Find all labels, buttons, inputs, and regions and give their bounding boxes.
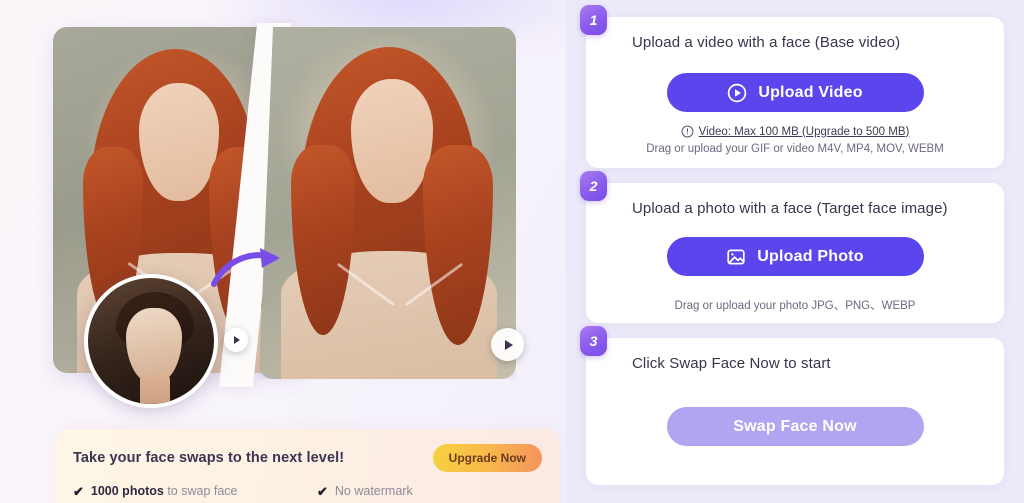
- step-badge-1: 1: [580, 5, 607, 35]
- upload-photo-button[interactable]: Upload Photo: [666, 237, 924, 276]
- video-size-link[interactable]: Video: Max 100 MB (Upgrade to 500 MB): [699, 126, 910, 138]
- step-card-2: 2 Upload a photo with a face (Target fac…: [580, 171, 1004, 323]
- step-title-1: Upload a video with a face (Base video): [632, 34, 901, 51]
- step-card-1: 1 Upload a video with a face (Base video…: [580, 5, 1004, 168]
- upgrade-promo-banner: Take your face swaps to the next level! …: [55, 429, 560, 503]
- play-icon: [234, 336, 240, 344]
- step-badge-2: 2: [580, 171, 607, 201]
- curved-arrow-icon: [211, 248, 280, 287]
- target-face-thumbnail[interactable]: [84, 274, 218, 408]
- perk-no-watermark-label: No watermark: [334, 484, 413, 498]
- thumbnail-neck: [140, 374, 170, 404]
- promo-header: Take your face swaps to the next level! …: [73, 444, 542, 472]
- info-icon: [681, 125, 694, 138]
- perk-photos-rest: to swap face: [163, 484, 238, 498]
- steps-pane: 1 Upload a video with a face (Base video…: [566, 0, 1024, 503]
- upload-video-button[interactable]: Upload Video: [666, 73, 924, 112]
- check-icon: ✔: [73, 483, 84, 499]
- after-play-button[interactable]: [491, 328, 524, 361]
- promo-perks-grid: ✔ 1000 photos to swap face ✔ No watermar…: [73, 484, 542, 503]
- preview-pane: Take your face swaps to the next level! …: [0, 0, 566, 503]
- swap-face-now-label: Swap Face Now: [733, 417, 857, 435]
- promo-title: Take your face swaps to the next level!: [73, 450, 345, 466]
- video-size-hint: Video: Max 100 MB (Upgrade to 500 MB): [586, 125, 1004, 138]
- upgrade-now-button[interactable]: Upgrade Now: [432, 444, 542, 472]
- after-video-card[interactable]: [259, 27, 516, 379]
- upload-video-label: Upload Video: [758, 83, 863, 101]
- before-play-button[interactable]: [224, 328, 248, 352]
- photo-formats-hint: Drag or upload your photo JPG、PNG、WEBP: [674, 300, 916, 312]
- video-formats-hint: Drag or upload your GIF or video M4V, MP…: [646, 143, 944, 155]
- perk-photos-strong: 1000 photos: [90, 484, 164, 498]
- swap-face-now-button[interactable]: Swap Face Now: [666, 407, 924, 446]
- step-title-3: Click Swap Face Now to start: [632, 355, 831, 372]
- step-card-3: 3 Click Swap Face Now to start Swap Face…: [580, 326, 1004, 485]
- step-badge-3: 3: [580, 326, 607, 356]
- play-icon: [504, 339, 513, 350]
- upload-photo-label: Upload Photo: [757, 247, 864, 265]
- step-title-2: Upload a photo with a face (Target face …: [632, 200, 948, 217]
- perk-item-photos: ✔ 1000 photos to swap face: [73, 484, 317, 498]
- play-circle-icon: [728, 83, 747, 102]
- check-icon: ✔: [317, 483, 328, 499]
- perk-item-no-watermark: ✔ No watermark: [317, 484, 542, 498]
- image-icon: [727, 249, 745, 264]
- page-layout: Take your face swaps to the next level! …: [0, 0, 1024, 503]
- thumbnail-face: [126, 308, 182, 384]
